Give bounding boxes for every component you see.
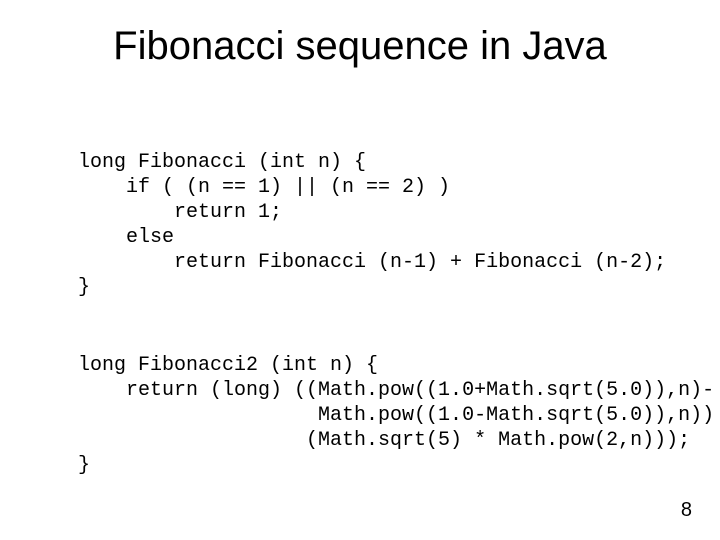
code-line: if ( (n == 1) || (n == 2) )	[78, 176, 450, 199]
slide-title: Fibonacci sequence in Java	[0, 24, 720, 69]
slide: Fibonacci sequence in Java long Fibonacc…	[0, 0, 720, 540]
code-line: long Fibonacci2 (int n) {	[78, 354, 378, 377]
code-line: return 1;	[78, 201, 282, 224]
code-block-1: long Fibonacci (int n) { if ( (n == 1) |…	[78, 150, 660, 300]
code-line: else	[78, 226, 174, 249]
code-line: (Math.sqrt(5) * Math.pow(2,n)));	[78, 429, 690, 452]
code-line: Math.pow((1.0-Math.sqrt(5.0)),n)) /	[78, 404, 720, 427]
code-line: }	[78, 276, 90, 299]
code-line: long Fibonacci (int n) {	[78, 151, 366, 174]
code-area: long Fibonacci (int n) { if ( (n == 1) |…	[78, 125, 660, 528]
code-line: return Fibonacci (n-1) + Fibonacci (n-2)…	[78, 251, 666, 274]
code-line: return (long) ((Math.pow((1.0+Math.sqrt(…	[78, 379, 714, 402]
code-line: }	[78, 454, 90, 477]
code-block-2: long Fibonacci2 (int n) { return (long) …	[78, 353, 660, 478]
page-number: 8	[681, 499, 692, 522]
